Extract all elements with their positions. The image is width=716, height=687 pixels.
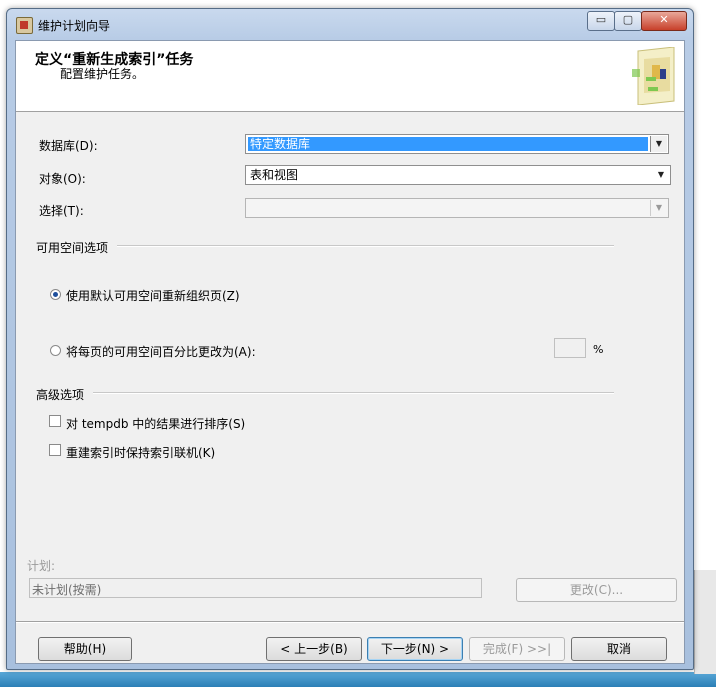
free-space-group-title: 可用空间选项 [36,241,109,255]
help-button[interactable]: 帮助(H) [38,637,132,661]
change-schedule-button[interactable]: 更改(C)... [516,578,677,602]
keep-online-checkbox[interactable] [49,444,61,456]
finish-button[interactable]: 完成(F) >>| [469,637,565,661]
wizard-window: 维护计划向导 ▭ ▢ ✕ 定义“重新生成索引”任务 配置维护任务。 数据库(D)… [6,8,694,670]
page-subtitle: 配置维护任务。 [60,67,145,81]
button-bar-divider [16,621,684,623]
chevron-down-icon[interactable]: ▼ [650,136,667,152]
default-free-space-radio[interactable] [50,289,61,300]
group-divider [117,245,614,247]
title-bar[interactable]: 维护计划向导 ▭ ▢ ✕ [7,9,693,39]
percent-free-space-label[interactable]: 将每页的可用空间百分比更改为(A): [66,343,256,360]
default-free-space-label[interactable]: 使用默认可用空间重新组织页(Z) [66,287,240,304]
advanced-group-title: 高级选项 [36,388,85,402]
wizard-header: 定义“重新生成索引”任务 配置维护任务。 [16,41,684,112]
cancel-button[interactable]: 取消 [571,637,667,661]
schedule-field: 未计划(按需) [29,578,482,598]
database-combo[interactable]: 特定数据库 ▼ [245,134,669,154]
chevron-down-icon[interactable]: ▼ [650,200,667,216]
selection-combo[interactable]: ▼ [245,198,669,218]
percent-unit: % [593,343,604,356]
wizard-graphic-icon [632,47,675,105]
maintenance-plan-icon [16,17,33,34]
window-title: 维护计划向导 [38,19,111,33]
database-label: 数据库(D): [39,139,98,153]
selection-label: 选择(T): [39,204,84,218]
object-label: 对象(O): [39,172,86,186]
percent-free-space-radio[interactable] [50,345,61,356]
back-button[interactable]: < 上一步(B) [266,637,362,661]
minimize-button[interactable]: ▭ [587,11,615,31]
maximize-button[interactable]: ▢ [614,11,642,31]
object-value: 表和视图 [250,168,299,182]
sort-tempdb-checkbox[interactable] [49,415,61,427]
keep-online-label[interactable]: 重建索引时保持索引联机(K) [66,444,215,461]
chevron-down-icon[interactable]: ▼ [653,167,669,183]
wizard-client-area: 定义“重新生成索引”任务 配置维护任务。 数据库(D): 特定数据库 ▼ 对象(… [15,40,685,664]
object-combo[interactable]: 表和视图 ▼ [245,165,671,185]
selection-value [248,201,252,215]
sort-tempdb-label[interactable]: 对 tempdb 中的结果进行排序(S) [66,415,245,432]
percent-input[interactable] [554,338,586,358]
close-button[interactable]: ✕ [641,11,687,31]
next-button[interactable]: 下一步(N) > [367,637,463,661]
desktop-taskbar-strip [0,672,716,687]
group-divider [93,392,614,394]
background-window-edge [694,570,716,674]
schedule-label: 计划: [27,559,56,573]
database-value: 特定数据库 [248,137,648,151]
